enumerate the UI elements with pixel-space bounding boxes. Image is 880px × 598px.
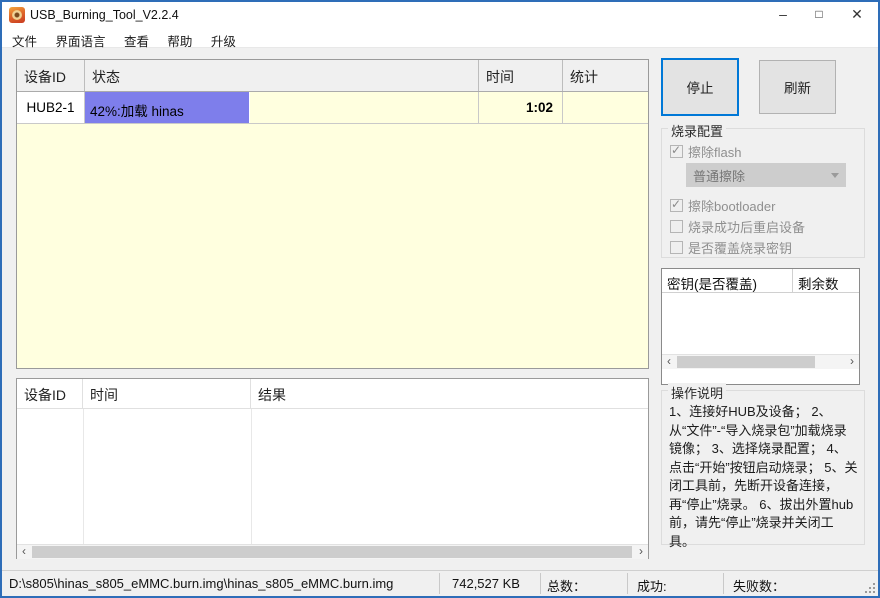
erase-mode-value: 普通擦除 <box>693 166 831 185</box>
checkbox-icon <box>670 220 683 233</box>
scrollbar-thumb[interactable] <box>32 546 632 558</box>
progress-bar: 42%:加载 hinas <box>85 92 250 123</box>
statusbar-divider <box>723 573 724 594</box>
window-title: USB_Burning_Tool_V2.2.4 <box>30 8 179 22</box>
checkbox-overwrite-key[interactable]: 是否覆盖烧录密钥 <box>670 239 792 256</box>
instruction-line: 1、连接好HUB及设备； <box>669 404 808 419</box>
scroll-left-icon[interactable]: ‹ <box>662 355 676 369</box>
col-device-id[interactable]: 设备ID <box>17 60 85 91</box>
result-table: 设备ID 时间 结果 ‹ › <box>16 378 649 559</box>
col-time[interactable]: 时间 <box>83 379 251 408</box>
menu-bar: 文件 界面语言 查看 帮助 升级 <box>2 28 878 48</box>
menu-file[interactable]: 文件 <box>5 28 44 50</box>
scroll-left-icon[interactable]: ‹ <box>17 545 31 559</box>
stats-cell <box>563 92 648 123</box>
checkbox-label: 擦除bootloader <box>688 196 775 215</box>
failed-count-label: 失败数： <box>733 576 785 595</box>
status-bar: D:\s805\hinas_s805_eMMC.burn.img\hinas_s… <box>2 570 878 596</box>
menu-language[interactable]: 界面语言 <box>48 28 112 50</box>
instructions-text: 1、连接好HUB及设备； 2、从“文件”-“导入烧录包”加载烧录镜像； 3、选择… <box>669 403 859 551</box>
col-result[interactable]: 结果 <box>251 379 648 408</box>
device-table-header: 设备ID 状态 时间 统计 <box>17 60 648 92</box>
checkbox-reboot-after-success[interactable]: 烧录成功后重启设备 <box>670 218 805 235</box>
column-divider <box>83 409 84 544</box>
col-time[interactable]: 时间 <box>479 60 563 91</box>
refresh-button[interactable]: 刷新 <box>759 60 836 114</box>
instructions-title: 操作说明 <box>668 383 726 402</box>
key-table-header: 密钥(是否覆盖) 剩余数 <box>662 269 859 293</box>
app-window: USB_Burning_Tool_V2.2.4 – □ ✕ 文件 界面语言 查看… <box>0 0 880 598</box>
total-count-label: 总数： <box>547 576 586 595</box>
time-cell: 1:02 <box>479 92 563 123</box>
checkbox-erase-bootloader[interactable]: 擦除bootloader <box>670 197 775 214</box>
result-table-body <box>17 409 648 544</box>
statusbar-divider <box>540 573 541 594</box>
checkbox-erase-flash[interactable]: 擦除flash <box>670 143 741 160</box>
minimize-button[interactable]: – <box>766 2 800 28</box>
key-table-body <box>662 293 859 354</box>
chevron-down-icon <box>831 173 839 178</box>
maximize-button[interactable]: □ <box>802 2 836 28</box>
app-icon <box>9 7 25 23</box>
instruction-line: 3、选择烧录配置； <box>712 441 823 456</box>
statusbar-divider <box>627 573 628 594</box>
close-button[interactable]: ✕ <box>840 2 874 28</box>
burn-config-title: 烧录配置 <box>668 121 726 140</box>
scroll-right-icon[interactable]: › <box>634 545 648 559</box>
image-file-size: 742,527 KB <box>452 576 520 591</box>
progress-text: 42%:加载 hinas <box>85 92 249 120</box>
status-cell: 42%:加载 hinas <box>85 92 479 123</box>
key-table-hscrollbar: ‹ › <box>662 354 859 369</box>
resize-grip-icon[interactable] <box>873 591 875 593</box>
menu-upgrade[interactable]: 升级 <box>204 28 243 50</box>
stop-button[interactable]: 停止 <box>661 58 739 116</box>
column-divider <box>251 409 252 544</box>
device-id-cell: HUB2-1 <box>17 92 85 123</box>
title-bar: USB_Burning_Tool_V2.2.4 – □ ✕ <box>2 2 878 28</box>
instructions-group: 操作说明 1、连接好HUB及设备； 2、从“文件”-“导入烧录包”加载烧录镜像；… <box>661 390 865 545</box>
scrollbar-thumb[interactable] <box>677 356 815 368</box>
checkbox-icon <box>670 145 683 158</box>
scroll-right-icon[interactable]: › <box>845 355 859 369</box>
checkbox-icon <box>670 241 683 254</box>
checkbox-label: 擦除flash <box>688 142 741 161</box>
checkbox-label: 是否覆盖烧录密钥 <box>688 238 792 257</box>
col-device-id[interactable]: 设备ID <box>17 379 83 408</box>
image-file-path: D:\s805\hinas_s805_eMMC.burn.img\hinas_s… <box>9 576 393 591</box>
menu-help[interactable]: 帮助 <box>160 28 199 50</box>
checkbox-icon <box>670 199 683 212</box>
result-table-hscrollbar: ‹ › <box>17 544 648 559</box>
device-table: 设备ID 状态 时间 统计 HUB2-1 42%:加载 hinas 1:02 <box>16 59 649 369</box>
key-table: 密钥(是否覆盖) 剩余数 ‹ › <box>661 268 860 385</box>
burn-config-group: 烧录配置 擦除flash 普通擦除 擦除bootloader 烧录成功后重启设备… <box>661 128 865 258</box>
success-count-label: 成功: <box>637 576 667 595</box>
col-key[interactable]: 密钥(是否覆盖) <box>662 269 793 292</box>
statusbar-divider <box>439 573 440 594</box>
result-table-header: 设备ID 时间 结果 <box>17 379 648 409</box>
menu-view[interactable]: 查看 <box>117 28 156 50</box>
device-row[interactable]: HUB2-1 42%:加载 hinas 1:02 <box>17 92 648 124</box>
checkbox-label: 烧录成功后重启设备 <box>688 217 805 236</box>
col-stats[interactable]: 统计 <box>563 60 648 91</box>
col-status[interactable]: 状态 <box>85 60 479 91</box>
erase-mode-select[interactable]: 普通擦除 <box>686 163 846 187</box>
col-remaining[interactable]: 剩余数 <box>793 269 859 292</box>
